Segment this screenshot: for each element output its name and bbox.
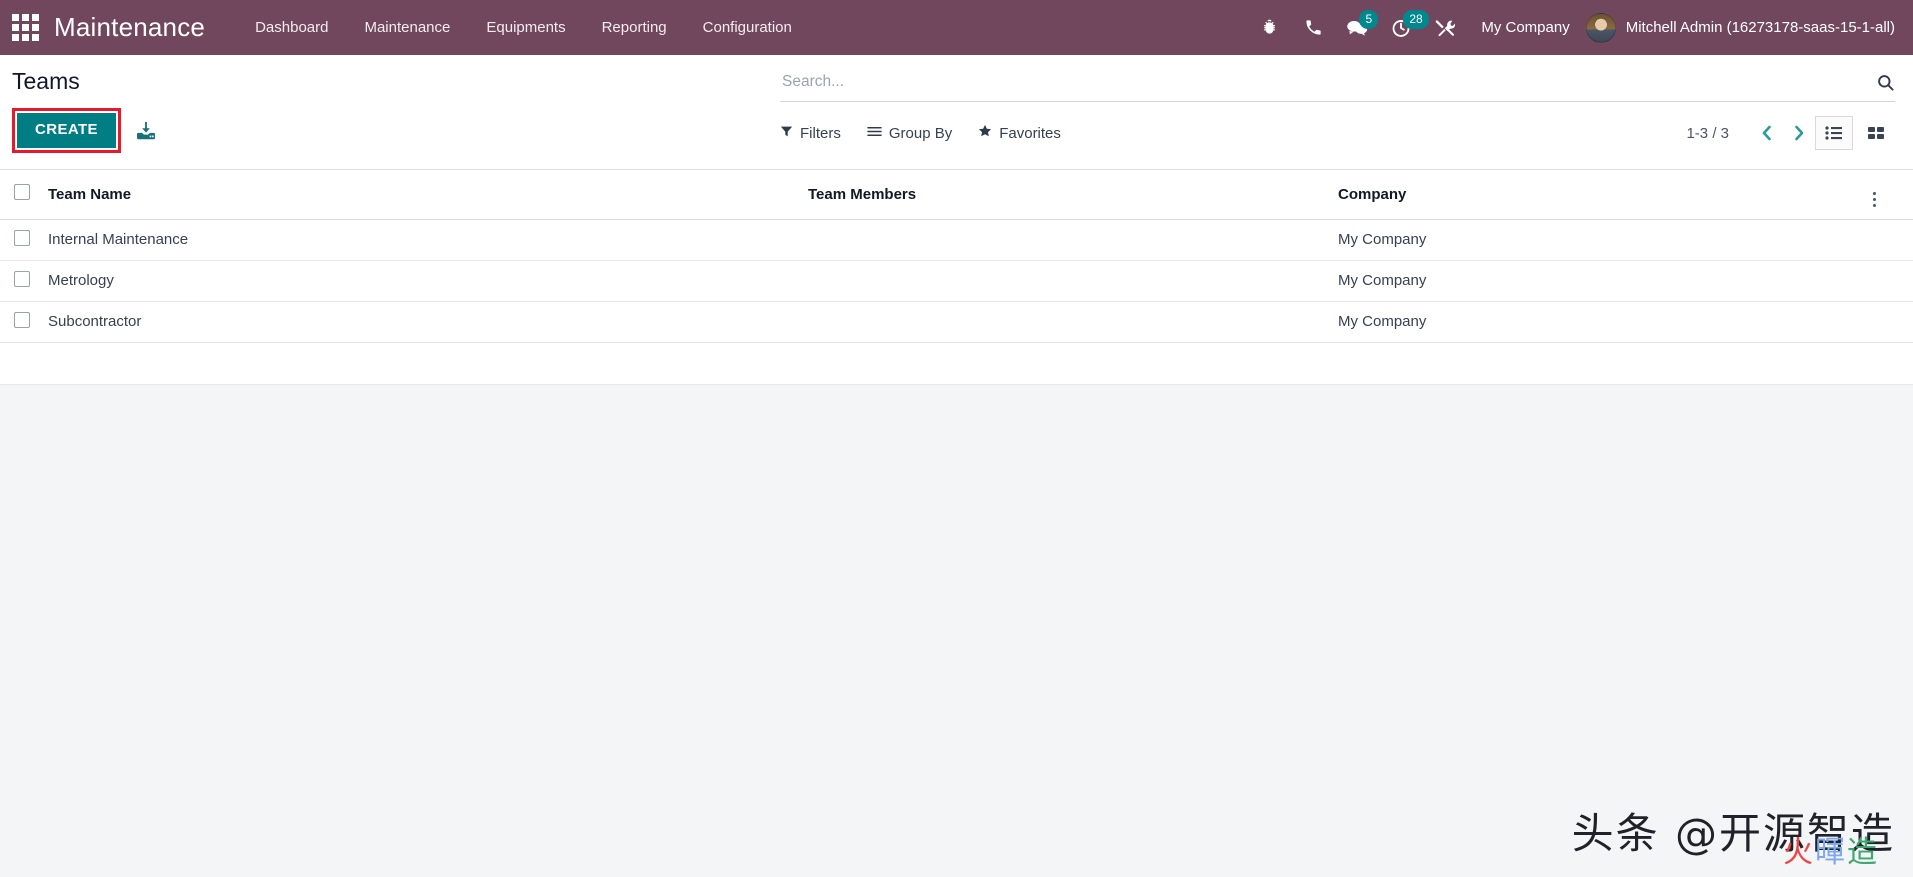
pager-previous-button[interactable] xyxy=(1751,124,1783,142)
search-icon[interactable] xyxy=(1866,73,1895,92)
filter-funnel-icon xyxy=(780,125,793,142)
kanban-view-icon[interactable] xyxy=(1857,116,1895,150)
pager-value[interactable]: 1-3 / 3 xyxy=(1686,125,1729,142)
table-row[interactable]: Internal Maintenance My Company xyxy=(0,219,1913,261)
app-brand-title[interactable]: Maintenance xyxy=(54,12,205,43)
company-text: My Company xyxy=(1338,313,1427,331)
apps-grid-icon[interactable] xyxy=(8,11,42,45)
menu-item-equipments[interactable]: Equipments xyxy=(468,13,583,42)
menu-item-reporting[interactable]: Reporting xyxy=(584,13,685,42)
control-panel-left: Teams CREATE xyxy=(0,55,780,169)
user-name-label: Mitchell Admin (16273178-saas-15-1-all) xyxy=(1625,19,1895,36)
view-switcher xyxy=(1815,116,1895,150)
watermark-overlay: 火暉造 xyxy=(1783,827,1879,871)
menu-item-configuration[interactable]: Configuration xyxy=(685,13,810,42)
table-row[interactable]: Metrology My Company xyxy=(0,260,1913,302)
column-options-header xyxy=(1873,169,1913,220)
teams-table: Team Name Team Members Company Internal … xyxy=(0,169,1913,385)
table-body: Internal Maintenance My Company Metrolog… xyxy=(0,219,1913,385)
messages-icon[interactable]: 5 xyxy=(1335,8,1379,48)
menu-item-maintenance[interactable]: Maintenance xyxy=(346,13,468,42)
control-panel-right: Filters Group By xyxy=(780,55,1913,164)
search-tools-row: Filters Group By Favorites 1-3 / 3 xyxy=(780,102,1895,164)
import-download-icon[interactable] xyxy=(135,120,157,142)
phone-icon[interactable] xyxy=(1291,8,1335,48)
page-root: Maintenance Dashboard Maintenance Equipm… xyxy=(0,0,1913,877)
navbar-company[interactable]: My Company xyxy=(1467,19,1585,36)
row-options-cell xyxy=(1873,301,1913,343)
row-options-cell xyxy=(1873,260,1913,302)
filters-dropdown[interactable]: Filters xyxy=(780,125,841,142)
star-icon xyxy=(978,124,992,142)
cell-team-name: Metrology xyxy=(48,260,808,302)
filters-label: Filters xyxy=(800,124,841,142)
teams-list-view: Team Name Team Members Company Internal … xyxy=(0,169,1913,385)
avatar xyxy=(1585,12,1616,43)
cell-team-members xyxy=(808,260,1338,302)
action-buttons: CREATE xyxy=(12,108,780,169)
group-by-dropdown[interactable]: Group By xyxy=(867,125,952,142)
messages-badge: 5 xyxy=(1359,9,1379,29)
column-options-icon[interactable] xyxy=(1873,191,1876,207)
watermark-overlay-char-1: 火 xyxy=(1783,835,1815,870)
bug-icon[interactable] xyxy=(1247,8,1291,48)
cell-team-name: Subcontractor xyxy=(48,301,808,343)
cell-company: My Company xyxy=(1338,301,1873,343)
select-all-header xyxy=(0,169,48,220)
cell-company: My Company xyxy=(1338,260,1873,302)
table-header-row: Team Name Team Members Company xyxy=(0,169,1913,220)
favorites-dropdown[interactable]: Favorites xyxy=(978,124,1061,142)
favorites-label: Favorites xyxy=(999,124,1061,142)
cell-team-members xyxy=(808,301,1338,343)
row-checkbox[interactable] xyxy=(14,270,30,287)
cell-team-name: Internal Maintenance xyxy=(48,219,808,261)
group-by-label: Group By xyxy=(888,124,953,142)
empty-cell xyxy=(808,342,1338,385)
empty-cell xyxy=(1873,342,1913,385)
row-checkbox[interactable] xyxy=(14,229,30,246)
page-title: Teams xyxy=(12,68,80,94)
menu-item-dashboard[interactable]: Dashboard xyxy=(237,13,346,42)
cell-company: My Company xyxy=(1338,219,1873,261)
search-input[interactable] xyxy=(780,69,1866,95)
cell-team-members xyxy=(808,219,1338,261)
empty-cell xyxy=(1338,342,1873,385)
team-name-text: Subcontractor xyxy=(48,313,142,331)
user-menu[interactable]: Mitchell Admin (16273178-saas-15-1-all) xyxy=(1585,12,1899,43)
row-checkbox[interactable] xyxy=(14,311,30,328)
company-text: My Company xyxy=(1338,231,1427,249)
tools-icon[interactable] xyxy=(1423,8,1467,48)
empty-cell xyxy=(0,342,48,385)
row-select-cell xyxy=(0,219,48,261)
column-header-company[interactable]: Company xyxy=(1338,169,1873,220)
column-header-team-members[interactable]: Team Members xyxy=(808,169,1338,220)
pager-next-button[interactable] xyxy=(1783,124,1815,142)
search-bar[interactable] xyxy=(780,69,1895,102)
create-button-highlight: CREATE xyxy=(12,108,121,153)
row-select-cell xyxy=(0,301,48,343)
group-by-lines-icon xyxy=(867,125,882,142)
create-button[interactable]: CREATE xyxy=(16,112,117,149)
list-view-icon[interactable] xyxy=(1815,116,1853,150)
team-name-text: Internal Maintenance xyxy=(48,231,189,249)
activities-clock-icon[interactable]: 28 xyxy=(1379,8,1429,48)
top-navbar: Maintenance Dashboard Maintenance Equipm… xyxy=(0,0,1913,55)
company-text: My Company xyxy=(1338,272,1427,290)
row-select-cell xyxy=(0,260,48,302)
row-options-cell xyxy=(1873,219,1913,261)
table-empty-row xyxy=(0,342,1913,385)
control-panel: Teams CREATE Search... Filters Group By … xyxy=(0,55,1913,170)
empty-cell xyxy=(48,342,808,385)
watermark-overlay-char-3: 造 xyxy=(1847,835,1879,870)
watermark-overlay-char-2: 暉 xyxy=(1815,835,1847,870)
column-header-team-name[interactable]: Team Name xyxy=(48,169,808,220)
select-all-checkbox[interactable] xyxy=(14,184,30,201)
team-name-text: Metrology xyxy=(48,272,114,290)
table-row[interactable]: Subcontractor My Company xyxy=(0,301,1913,343)
